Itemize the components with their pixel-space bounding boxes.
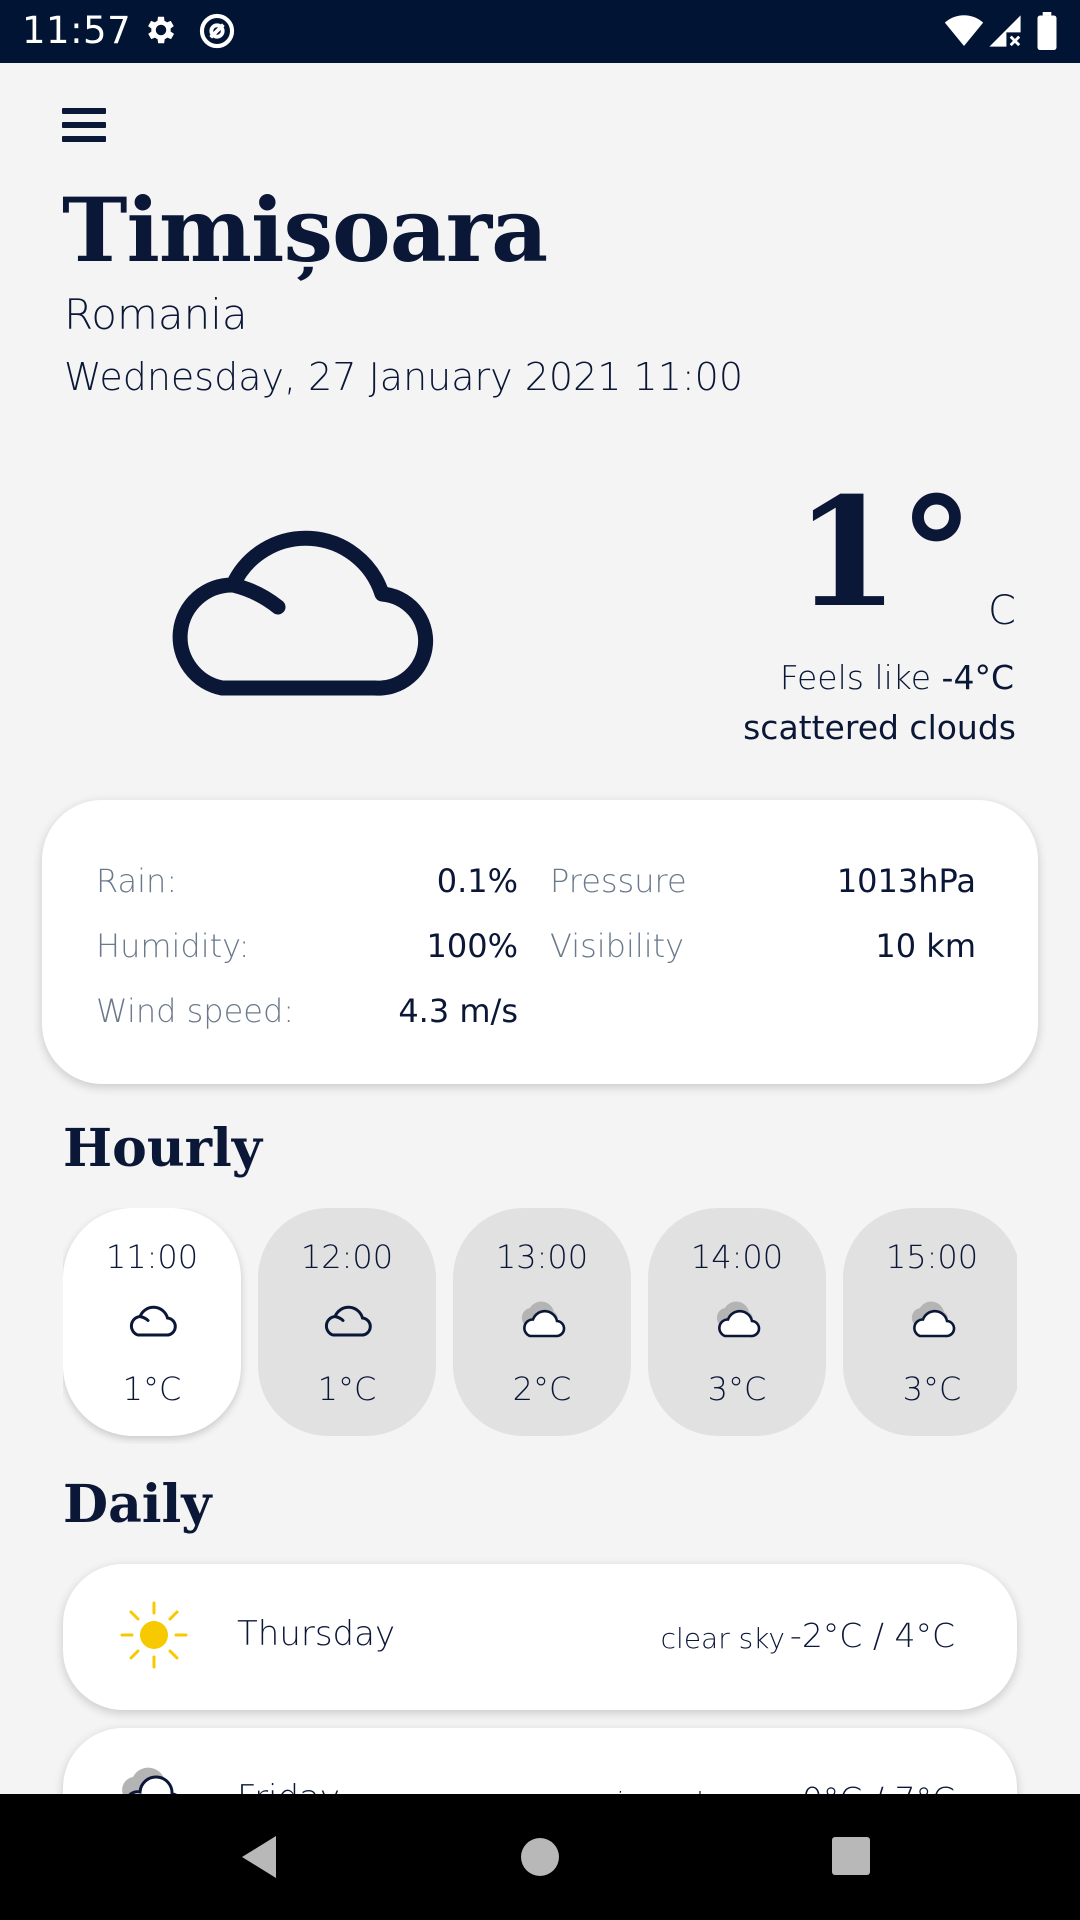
weather-condition: scattered clouds — [743, 708, 1016, 747]
hour-card-1100[interactable]: 11:00 1°C — [63, 1208, 241, 1436]
hour-card-1300[interactable]: 13:00 2°C — [453, 1208, 631, 1436]
recents-square-icon[interactable] — [830, 1832, 872, 1882]
rain-label: Rain: — [96, 862, 178, 900]
hour-card-1500[interactable]: 15:00 3°C — [843, 1208, 1017, 1436]
navigation-bar — [0, 1794, 1080, 1920]
hourly-title: Hourly — [63, 1118, 262, 1179]
status-time: 11:57 — [22, 9, 132, 52]
hour-temperature: 1°C — [122, 1370, 182, 1408]
hour-temperature: 1°C — [317, 1370, 377, 1408]
broken-clouds-icon — [911, 1301, 956, 1338]
visibility-label: Visibility — [550, 927, 685, 965]
day-temperature: -2°C / 4°C — [789, 1616, 955, 1655]
hour-time: 11:00 — [105, 1238, 199, 1276]
pressure-value: 1013hPa — [836, 862, 976, 900]
country-name: Romania — [64, 290, 248, 339]
hourly-list[interactable]: 11:00 1°C 12:00 1°C 13:00 2°C 14:00 3°C … — [63, 1208, 1017, 1444]
humidity-label: Humidity: — [96, 927, 250, 965]
back-triangle-icon[interactable] — [236, 1832, 286, 1882]
date-time: Wednesday, 27 January 2021 11:00 — [64, 355, 744, 399]
weather-details-card: Rain: 0.1% Humidity: 100% Wind speed: 4.… — [42, 800, 1038, 1084]
hour-temperature: 3°C — [902, 1370, 962, 1408]
cloud-icon — [172, 530, 434, 696]
hour-time: 13:00 — [495, 1238, 589, 1276]
current-temperature: 1° — [794, 465, 974, 641]
broken-clouds-icon — [716, 1301, 761, 1338]
feels-like: Feels like -4°C — [780, 658, 1014, 697]
wind-speed-value: 4.3 m/s — [398, 992, 518, 1030]
cloud-icon — [129, 1305, 177, 1337]
day-description: clear sky — [660, 1622, 785, 1655]
broken-clouds-icon — [521, 1301, 566, 1338]
rain-value: 0.1% — [436, 862, 518, 900]
feels-like-label: Feels like — [779, 658, 932, 697]
temperature-unit: C — [988, 588, 1016, 634]
hour-card-1200[interactable]: 12:00 1°C — [258, 1208, 436, 1436]
daily-item-thursday[interactable]: Thursday clear sky -2°C / 4°C — [63, 1564, 1017, 1710]
hour-temperature: 2°C — [512, 1370, 572, 1408]
hour-temperature: 3°C — [707, 1370, 767, 1408]
battery-icon — [1037, 12, 1057, 50]
daily-title: Daily — [63, 1474, 212, 1535]
pressure-label: Pressure — [550, 862, 687, 900]
visibility-value: 10 km — [875, 927, 976, 965]
wifi-icon — [944, 15, 984, 46]
day-name: Thursday — [237, 1614, 396, 1654]
hour-time: 15:00 — [885, 1238, 979, 1276]
wind-speed-label: Wind speed: — [96, 992, 295, 1030]
city-name: Timișoara — [62, 178, 548, 282]
hour-time: 12:00 — [300, 1238, 394, 1276]
settings-icon — [148, 16, 175, 44]
hour-card-1400[interactable]: 14:00 3°C — [648, 1208, 826, 1436]
humidity-value: 100% — [426, 927, 518, 965]
sun-icon — [120, 1601, 188, 1669]
status-bar: 11:57 — [0, 0, 1080, 63]
hamburger-menu-icon[interactable] — [62, 108, 106, 148]
signal-icon — [989, 15, 1021, 47]
cloud-icon — [324, 1305, 372, 1337]
at-sign-icon — [199, 13, 235, 49]
hour-time: 14:00 — [690, 1238, 784, 1276]
home-circle-icon[interactable] — [520, 1832, 560, 1882]
feels-like-value: -4°C — [941, 658, 1014, 697]
